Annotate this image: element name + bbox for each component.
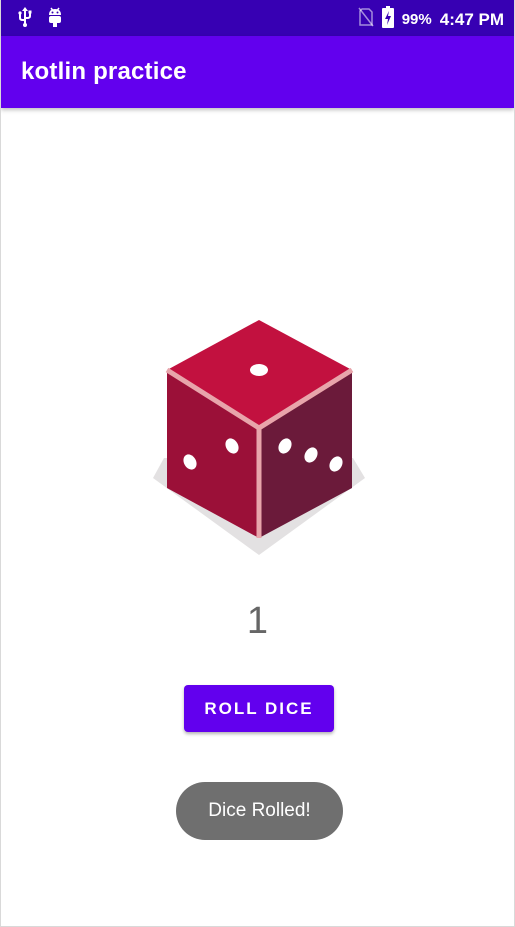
battery-charging-icon <box>381 6 394 33</box>
app-bar: kotlin practice <box>1 36 514 108</box>
app-screen: 99% 4:47 PM kotlin practice 1 ROLL DICE … <box>0 0 515 927</box>
status-right-icons: 99% 4:47 PM <box>358 6 504 33</box>
dice-result-text: 1 <box>246 600 269 642</box>
battery-percentage: 99% <box>401 11 432 28</box>
toast-message: Dice Rolled! <box>176 782 343 840</box>
status-time: 4:47 PM <box>439 9 504 29</box>
app-title: kotlin practice <box>21 58 187 85</box>
status-bar: 99% 4:47 PM <box>1 0 514 36</box>
usb-icon <box>17 6 33 33</box>
dice-icon <box>153 320 365 555</box>
dice-image <box>151 318 367 558</box>
android-debug-icon <box>47 6 63 33</box>
roll-dice-button[interactable]: ROLL DICE <box>184 685 334 732</box>
status-left-icons <box>17 6 63 33</box>
no-sim-icon <box>358 7 374 32</box>
